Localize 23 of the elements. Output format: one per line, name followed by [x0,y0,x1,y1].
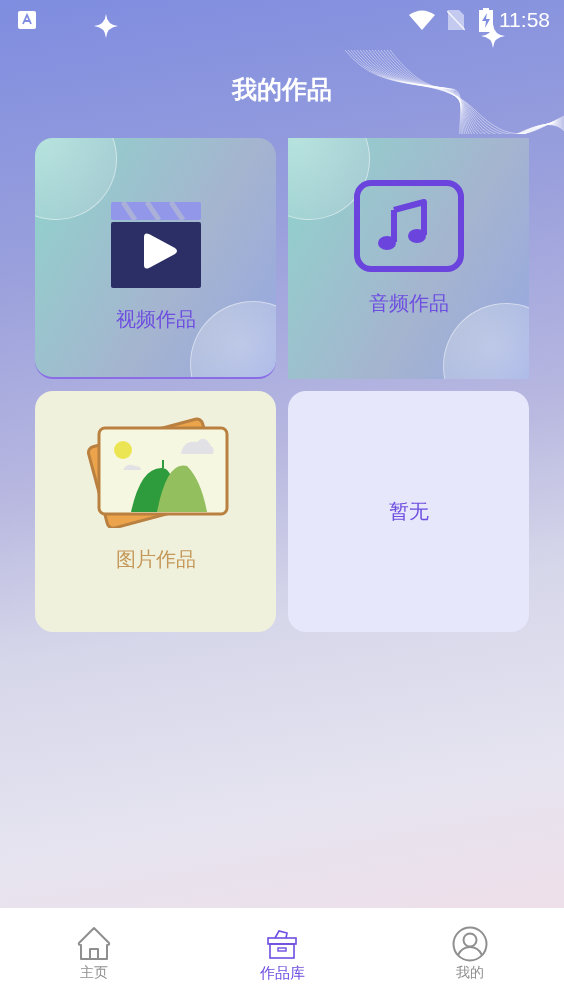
keyboard-notification-icon [18,11,36,29]
work-label: 图片作品 [115,546,196,573]
page-title: 我的作品 [232,73,332,106]
work-label: 暂无 [388,498,429,525]
work-card[interactable]: 视频作品 [35,138,276,379]
sparkle-icon [94,14,118,38]
wifi-icon [409,10,435,30]
work-card[interactable]: 暂无 [288,391,529,632]
storage-box-icon [267,929,297,959]
battery-charging-icon [479,8,493,32]
work-card[interactable]: 图片作品 [35,391,276,632]
work-label: 视频作品 [115,306,196,333]
clock-time: 11:58 [499,8,550,32]
nav-tab[interactable]: 主页 [76,964,112,982]
user-profile-icon [452,926,488,962]
nav-tab[interactable]: 我的 [452,964,488,982]
video-clapper-icon [110,202,201,288]
work-label: 音频作品 [368,290,449,317]
work-card[interactable]: 音频作品 [288,138,529,379]
nav-tab[interactable]: 作品库 [255,964,309,983]
home-icon [76,926,112,962]
no-sim-icon [447,9,465,31]
music-note-icon [353,180,464,272]
